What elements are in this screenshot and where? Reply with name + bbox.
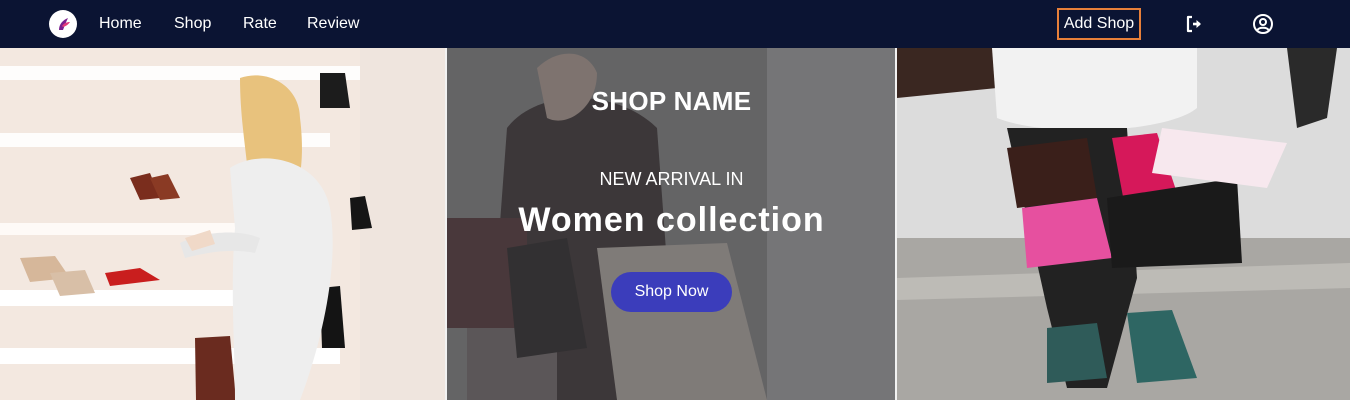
nav-link-home[interactable]: Home [99,14,142,34]
shop-now-label: Shop Now [634,283,709,300]
add-shop-label: Add Shop [1063,15,1135,32]
hero-image-shoe-store [0,48,445,400]
add-shop-button[interactable]: Add Shop [1057,8,1141,40]
hero-banner: SHOP NAME NEW ARRIVAL IN Women collectio… [0,48,1350,400]
shop-now-button[interactable]: Shop Now [611,272,732,312]
nav-link-review[interactable]: Review [307,14,359,34]
collection-title: Women collection [518,201,825,239]
top-navbar: Home Shop Rate Review Add Shop [0,0,1350,48]
account-icon[interactable] [1252,13,1274,35]
new-arrival-subtitle: NEW ARRIVAL IN [599,169,744,189]
nav-link-rate[interactable]: Rate [243,14,277,34]
hero-content: SHOP NAME NEW ARRIVAL IN Women collectio… [447,48,896,400]
hero-image-street-shopper [897,48,1350,400]
brand-logo-icon[interactable] [49,10,77,38]
logout-icon[interactable] [1183,13,1205,35]
shop-name-heading: SHOP NAME [591,86,752,116]
nav-link-shop[interactable]: Shop [174,14,211,34]
